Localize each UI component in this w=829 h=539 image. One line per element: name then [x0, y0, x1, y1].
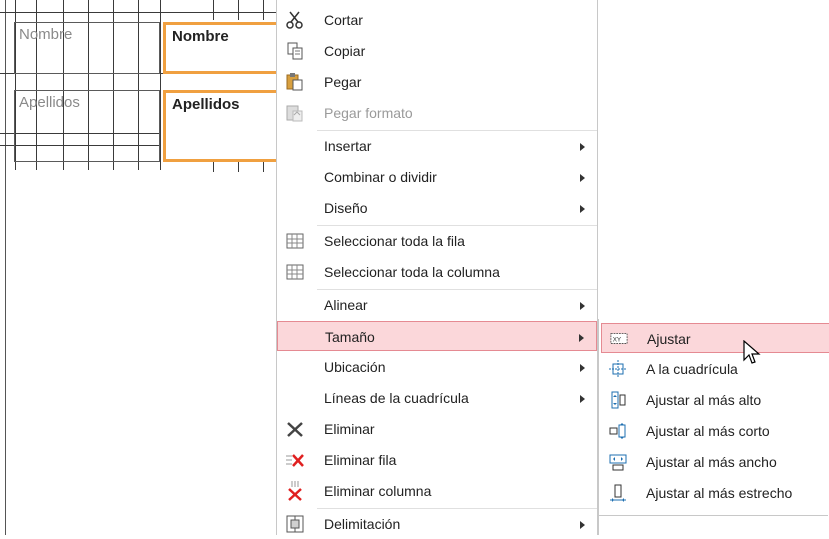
menu-item-label: Pegar formato	[324, 105, 413, 121]
grid-line	[213, 0, 214, 20]
to-grid-icon	[609, 360, 627, 378]
menu-item-label: Tamaño	[325, 329, 375, 345]
submenu-bottom-edge	[599, 515, 828, 536]
paste-format-icon	[286, 105, 303, 122]
submenu-arrow-icon	[580, 143, 585, 151]
to-narrowest-icon	[610, 484, 626, 502]
menu-item-label: Eliminar columna	[324, 483, 432, 499]
menu-item-alinear[interactable]: Alinear	[277, 290, 597, 320]
menu-item-label: Insertar	[324, 138, 372, 154]
to-shortest-icon	[609, 423, 626, 439]
grid-line	[238, 0, 239, 20]
menu-item-label: Cortar	[324, 12, 363, 28]
submenu-item-label: Ajustar	[647, 331, 691, 347]
menu-item-diseno[interactable]: Diseño	[277, 193, 597, 223]
submenu-arrow-icon	[580, 364, 585, 372]
menu-item-eliminar[interactable]: Eliminar	[277, 414, 597, 444]
svg-text:XY: XY	[613, 337, 622, 344]
menu-item-ubicacion[interactable]: Ubicación	[277, 352, 597, 382]
submenu-item-label: Ajustar al más estrecho	[646, 485, 793, 501]
context-menu: Cortar Copiar Pegar Pegar formato Insert…	[276, 0, 598, 535]
mouse-cursor-icon	[743, 340, 761, 364]
menu-item-lineas-cuadricula[interactable]: Líneas de la cuadrícula	[277, 383, 597, 413]
menu-item-label: Copiar	[324, 43, 366, 59]
menu-item-label: Seleccionar toda la columna	[324, 264, 500, 280]
submenu-arrow-icon	[580, 174, 585, 182]
menu-item-seleccionar-columna[interactable]: Seleccionar toda la columna	[277, 257, 597, 287]
submenu-item-label: Ajustar al más ancho	[646, 454, 777, 470]
size-submenu: XY Ajustar A la cuadrícula Ajustar al má…	[598, 319, 829, 535]
submenu-arrow-icon	[580, 521, 585, 529]
delete-column-icon	[288, 481, 302, 501]
grid-line	[263, 0, 264, 20]
submenu-item-label: A la cuadrícula	[646, 361, 738, 377]
menu-item-eliminar-columna[interactable]: Eliminar columna	[277, 476, 597, 506]
menu-item-tamano[interactable]: Tamaño	[277, 321, 597, 351]
submenu-item-mas-alto[interactable]: Ajustar al más alto	[601, 385, 829, 415]
submenu-item-label: Ajustar al más corto	[646, 423, 770, 439]
submenu-item-label: Ajustar al más alto	[646, 392, 762, 408]
to-widest-icon	[609, 454, 627, 471]
anchoring-icon	[286, 515, 304, 533]
submenu-item-mas-ancho[interactable]: Ajustar al más ancho	[601, 447, 829, 477]
copy-icon	[287, 42, 303, 60]
menu-item-cortar[interactable]: Cortar	[277, 5, 597, 35]
menu-item-label: Pegar	[324, 74, 362, 90]
apellidos-field[interactable]: Apellidos	[163, 90, 276, 162]
submenu-item-ajustar[interactable]: XY Ajustar	[601, 323, 829, 353]
submenu-item-cuadricula[interactable]: A la cuadrícula	[601, 354, 829, 384]
menu-item-combinar[interactable]: Combinar o dividir	[277, 162, 597, 192]
menu-item-label: Combinar o dividir	[324, 169, 437, 185]
nombre-label[interactable]: Nombre	[14, 22, 160, 74]
paste-icon	[286, 73, 303, 91]
select-row-icon	[286, 233, 304, 249]
menu-item-insertar[interactable]: Insertar	[277, 131, 597, 161]
select-column-icon	[286, 264, 304, 280]
to-tallest-icon	[611, 391, 626, 409]
menu-item-seleccionar-fila[interactable]: Seleccionar toda la fila	[277, 226, 597, 256]
menu-item-pegar-formato[interactable]: Pegar formato	[277, 98, 597, 128]
submenu-item-mas-estrecho[interactable]: Ajustar al más estrecho	[601, 478, 829, 508]
menu-item-label: Alinear	[324, 297, 368, 313]
fit-size-icon: XY	[610, 333, 628, 344]
menu-item-label: Eliminar fila	[324, 452, 397, 468]
nombre-field[interactable]: Nombre	[163, 22, 276, 74]
menu-item-label: Seleccionar toda la fila	[324, 233, 465, 249]
submenu-arrow-icon	[579, 334, 584, 342]
menu-item-label: Eliminar	[324, 421, 375, 437]
delete-row-icon	[286, 454, 304, 467]
submenu-arrow-icon	[580, 302, 585, 310]
form-left-edge	[5, 0, 6, 535]
menu-item-label: Ubicación	[324, 359, 386, 375]
scissors-icon	[286, 11, 303, 29]
menu-item-label: Líneas de la cuadrícula	[324, 390, 469, 406]
apellidos-label[interactable]: Apellidos	[14, 90, 160, 162]
grid-line	[160, 0, 161, 170]
menu-item-eliminar-fila[interactable]: Eliminar fila	[277, 445, 597, 475]
submenu-arrow-icon	[580, 395, 585, 403]
menu-item-copiar[interactable]: Copiar	[277, 36, 597, 66]
menu-item-label: Diseño	[324, 200, 368, 216]
menu-item-pegar[interactable]: Pegar	[277, 67, 597, 97]
delete-x-icon	[287, 422, 303, 437]
submenu-arrow-icon	[580, 205, 585, 213]
submenu-item-mas-corto[interactable]: Ajustar al más corto	[601, 416, 829, 446]
